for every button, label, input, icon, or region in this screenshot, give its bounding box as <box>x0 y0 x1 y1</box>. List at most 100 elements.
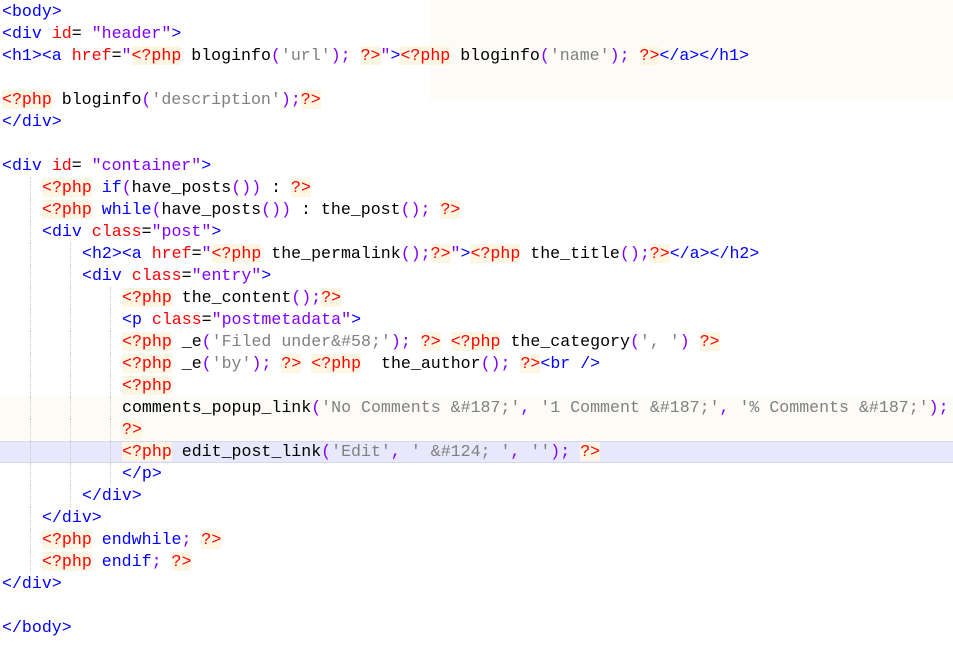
php-delimiter: ?> <box>291 178 311 197</box>
indent-guide <box>70 287 71 309</box>
code-line[interactable]: ?> <box>0 419 953 441</box>
code-editor[interactable]: <body> <div id= "header"> <h1><a href="<?p… <box>0 0 953 647</box>
attribute-value: "header" <box>91 24 172 43</box>
code-line[interactable]: <body> <box>0 1 953 23</box>
html-tag: > <box>351 310 362 329</box>
code-line[interactable]: <h1><a href="<?php bloginfo('url'); ?>">… <box>0 45 953 67</box>
code-line[interactable]: <p class="postmetadata"> <box>0 309 953 331</box>
code-line[interactable]: <?php <box>0 375 953 397</box>
code-line[interactable]: <h2><a href="<?php the_permalink();?>"><… <box>0 243 953 265</box>
php-delimiter: <?php <box>470 244 521 263</box>
attribute-value: " <box>121 46 132 65</box>
indent-guide <box>30 397 31 419</box>
code-line-current[interactable]: <?php edit_post_link('Edit', ' &#124; ',… <box>0 441 953 464</box>
indent-guide <box>70 442 71 464</box>
indent-guide <box>30 287 31 309</box>
php-punctuation: ) <box>490 354 501 373</box>
code-line[interactable]: <?php _e('Filed under&#58;'); ?> <?php t… <box>0 331 953 353</box>
php-string: 'by' <box>211 354 252 373</box>
php-punctuation: , <box>520 398 531 417</box>
code-line[interactable]: </div> <box>0 573 953 595</box>
php-punctuation: ( <box>141 90 152 109</box>
code-line[interactable]: </div> <box>0 507 953 529</box>
php-code <box>162 552 172 571</box>
php-code <box>42 24 52 43</box>
html-tag: <h2><a <box>82 244 152 263</box>
php-delimiter: <?php <box>122 376 172 395</box>
php-code: the_permalink <box>261 244 401 263</box>
php-delimiter: <?php <box>122 332 172 351</box>
html-tag: <body> <box>2 2 62 21</box>
php-code <box>92 530 102 549</box>
indent-guide <box>110 463 111 485</box>
html-tag: </p> <box>122 464 162 483</box>
php-code: bloginfo <box>181 46 271 65</box>
code-text: </p> <box>122 463 162 485</box>
code-line[interactable]: <?php _e('by'); ?> <?php the_author(); ?… <box>0 353 953 375</box>
indent-guide <box>70 309 71 331</box>
indent-guide <box>30 463 31 485</box>
html-tag: <h1><a <box>2 46 72 65</box>
code-line[interactable]: <div id= "container"> <box>0 155 953 177</box>
php-punctuation: ) <box>410 244 421 263</box>
php-delimiter: <?php <box>42 178 92 197</box>
indent-guide <box>30 221 31 243</box>
php-code: bloginfo <box>51 90 142 109</box>
php-punctuation: ) <box>550 442 561 461</box>
php-code: = <box>181 266 192 285</box>
code-line[interactable]: <?php endwhile; ?> <box>0 529 953 551</box>
code-line[interactable]: </p> <box>0 463 953 485</box>
php-code: = <box>191 244 202 263</box>
code-line[interactable] <box>0 67 953 89</box>
php-punctuation: ( <box>121 178 132 197</box>
indent-guide <box>70 265 71 287</box>
code-text: </body> <box>2 617 72 639</box>
php-code <box>570 442 580 461</box>
code-line[interactable]: <?php endif; ?> <box>0 551 953 573</box>
php-punctuation: ; <box>420 200 431 219</box>
php-delimiter: <?php <box>131 46 182 65</box>
code-line[interactable]: </div> <box>0 485 953 507</box>
php-keyword: while <box>101 200 152 219</box>
php-punctuation: ) <box>390 332 401 351</box>
code-line[interactable]: <div class="post"> <box>0 221 953 243</box>
code-line[interactable]: </body> <box>0 617 953 639</box>
php-punctuation: ; <box>639 244 650 263</box>
php-punctuation: ) <box>609 46 620 65</box>
php-code <box>191 530 201 549</box>
php-delimiter: ?> <box>281 354 302 373</box>
attribute-name: href <box>71 46 112 65</box>
php-code <box>92 178 102 197</box>
php-code <box>520 442 530 461</box>
code-line[interactable]: <div class="entry"> <box>0 265 953 287</box>
code-text: <div id= "header"> <box>2 23 181 45</box>
php-punctuation: ) <box>251 354 262 373</box>
code-line[interactable] <box>0 595 953 617</box>
indent-guide <box>30 485 31 507</box>
code-text: <?php edit_post_link('Edit', ' &#124; ',… <box>122 442 601 462</box>
php-code: : the_post <box>291 200 401 219</box>
code-line[interactable]: <?php bloginfo('description');?> <box>0 89 953 111</box>
php-delimiter: ?> <box>171 552 192 571</box>
php-code: _e <box>171 332 202 351</box>
php-punctuation: ) <box>301 288 312 307</box>
html-tag: </a></h1> <box>659 46 750 65</box>
code-line[interactable]: <?php while(have_posts()) : the_post(); … <box>0 199 953 221</box>
html-tag: > <box>211 222 222 241</box>
php-delimiter: <?php <box>2 90 52 109</box>
code-line[interactable]: <?php the_content();?> <box>0 287 953 309</box>
attribute-value: "postmetadata" <box>211 310 352 329</box>
html-tag: <div <box>42 222 92 241</box>
php-punctuation: ) <box>928 398 939 417</box>
php-code: the_author <box>361 354 481 373</box>
code-line[interactable]: <div id= "header"> <box>0 23 953 45</box>
php-punctuation: ; <box>560 442 571 461</box>
code-line[interactable] <box>0 133 953 155</box>
code-line[interactable]: comments_popup_link('No Comments &#187;'… <box>0 397 953 419</box>
code-line[interactable]: <?php if(have_posts()) : ?> <box>0 177 953 199</box>
php-code <box>430 200 440 219</box>
php-punctuation: ( <box>480 354 491 373</box>
php-code: = <box>111 46 122 65</box>
code-text: <?php _e('Filed under&#58;'); ?> <?php t… <box>122 331 720 353</box>
code-line[interactable]: </div> <box>0 111 953 133</box>
